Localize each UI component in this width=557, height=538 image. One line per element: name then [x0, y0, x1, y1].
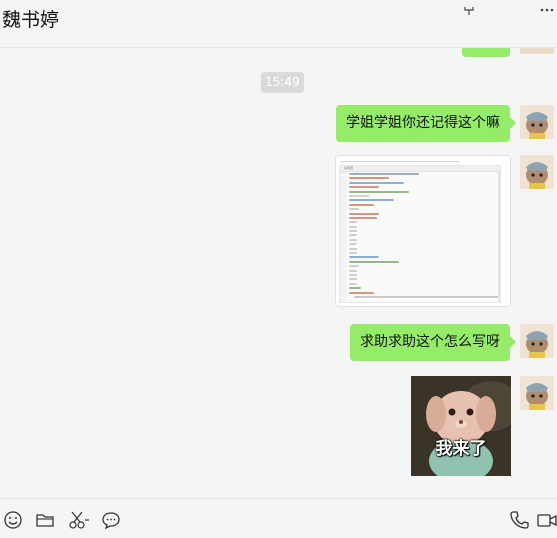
- code-line: [349, 203, 374, 206]
- message-bubble[interactable]: 学姐学姐你还记得这个嘛: [336, 105, 516, 142]
- editor-gutter: [340, 172, 347, 302]
- avatar[interactable]: [520, 105, 554, 139]
- code-line: [349, 216, 377, 219]
- avatar[interactable]: [520, 48, 554, 54]
- folder-icon[interactable]: [35, 510, 55, 530]
- code-line: [349, 181, 404, 184]
- editor-toolbar-title: 编辑器: [344, 166, 354, 170]
- code-line: [349, 278, 357, 281]
- message-bubble[interactable]: 求助求助这个怎么写呀: [350, 324, 516, 361]
- code-line: [349, 269, 357, 272]
- chat-window: 魏书婷 15:49 学姐学姐你还记得这个嘛 ——————————————————…: [0, 0, 557, 538]
- code-line: [349, 225, 357, 228]
- video-call-icon[interactable]: [537, 510, 557, 530]
- avatar[interactable]: [520, 376, 554, 410]
- contact-name[interactable]: 魏书婷: [2, 5, 59, 32]
- code-line: [349, 194, 369, 197]
- code-line: [349, 260, 399, 263]
- input-toolbar: [0, 498, 557, 538]
- code-line: [349, 238, 357, 241]
- code-lines: [349, 173, 498, 302]
- image-caption: ——————————————————————————————: [340, 159, 460, 164]
- code-line: [349, 173, 419, 175]
- code-line: [349, 230, 357, 233]
- avatar[interactable]: [520, 324, 554, 358]
- horizontal-scrollbar: [354, 296, 498, 298]
- code-line: [349, 177, 389, 180]
- code-line: [349, 190, 409, 193]
- code-line: [349, 287, 361, 290]
- timestamp: 15:49: [261, 72, 304, 93]
- phone-icon[interactable]: [509, 510, 529, 530]
- code-line: [349, 282, 357, 285]
- more-icon[interactable]: [540, 0, 554, 12]
- code-line: [349, 212, 379, 215]
- code-line: [349, 234, 357, 237]
- code-line: [349, 256, 379, 259]
- editor-toolbar: 编辑器: [340, 166, 500, 172]
- code-line: [349, 186, 379, 189]
- chat-history-icon[interactable]: [101, 510, 121, 530]
- code-line: [349, 221, 357, 224]
- code-line: [349, 199, 394, 202]
- emoji-icon[interactable]: [3, 510, 23, 530]
- code-line: [349, 208, 359, 211]
- previous-message-bubble[interactable]: [462, 48, 510, 57]
- image-message[interactable]: —————————————————————————————— 编辑器: [335, 155, 511, 307]
- message-list[interactable]: 15:49 学姐学姐你还记得这个嘛 ——————————————————————…: [0, 48, 557, 498]
- code-line: [349, 273, 357, 276]
- code-line: [349, 247, 357, 250]
- message-text: 学姐学姐你还记得这个嘛: [346, 115, 500, 131]
- message-text: 求助求助这个怎么写呀: [360, 334, 500, 350]
- avatar[interactable]: [520, 155, 554, 189]
- chat-header: 魏书婷: [0, 0, 557, 48]
- scissors-icon[interactable]: [68, 510, 89, 530]
- code-editor-screenshot: 编辑器: [339, 165, 501, 303]
- sticker-image: [411, 376, 511, 476]
- code-line: [349, 265, 359, 268]
- code-line: [349, 291, 374, 294]
- code-line: [349, 252, 357, 255]
- code-line: [349, 243, 357, 246]
- pin-icon[interactable]: [462, 0, 476, 15]
- editor-scrollbar: [498, 172, 500, 302]
- sticker-caption: 我来了: [435, 439, 487, 459]
- sticker-message[interactable]: 我来了: [411, 376, 511, 476]
